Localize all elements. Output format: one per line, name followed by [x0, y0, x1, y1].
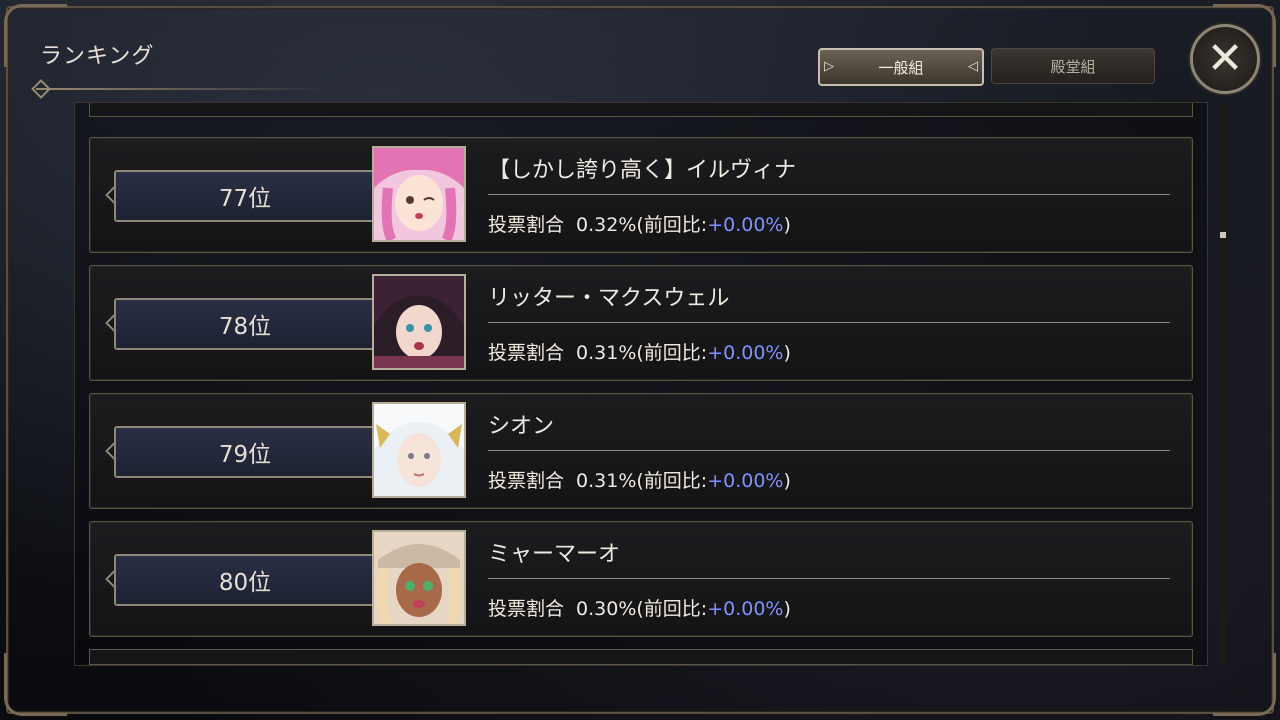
- change-value: +0.00%: [707, 214, 784, 236]
- divider: [488, 450, 1170, 451]
- list-item[interactable]: 80位 ミャーマーオ 投票割合 0.30%(前回比:+0.00%): [89, 521, 1193, 637]
- vote-share: 0.31%: [576, 342, 637, 364]
- vote-stat: 投票割合 0.31%(前回比:+0.00%): [488, 466, 791, 493]
- character-name: ミャーマーオ: [488, 542, 621, 567]
- change-prefix: (前回比:: [636, 470, 708, 492]
- change-suffix: ): [783, 598, 791, 620]
- list-item-partial: [89, 103, 1193, 117]
- vote-share: 0.30%: [576, 598, 637, 620]
- change-suffix: ): [783, 342, 791, 364]
- rank-badge: 77位: [114, 170, 376, 222]
- change-value: +0.00%: [707, 598, 784, 620]
- change-suffix: ): [783, 470, 791, 492]
- vote-share: 0.32%: [576, 214, 637, 236]
- change-suffix: ): [783, 214, 791, 236]
- close-icon: ✕: [1206, 33, 1244, 84]
- portrait-image: [374, 532, 464, 624]
- vote-label: 投票割合: [488, 470, 565, 492]
- scrollbar[interactable]: [1220, 104, 1226, 666]
- character-portrait[interactable]: [372, 530, 466, 626]
- character-portrait[interactable]: [372, 146, 466, 242]
- rank-badge: 78位: [114, 298, 376, 350]
- vote-label: 投票割合: [488, 214, 565, 236]
- vote-stat: 投票割合 0.32%(前回比:+0.00%): [488, 210, 791, 237]
- change-prefix: (前回比:: [636, 342, 708, 364]
- close-button[interactable]: ✕: [1190, 24, 1260, 94]
- title-underline: [36, 88, 326, 90]
- character-portrait[interactable]: [372, 402, 466, 498]
- portrait-image: [374, 404, 464, 496]
- list-item[interactable]: 77位 【しかし誇り高く】イルヴィナ 投票割合 0.32%(前回比:+0.00%): [89, 137, 1193, 253]
- arrow-left-icon: ◁: [968, 59, 978, 74]
- scrollbar-thumb[interactable]: [1220, 232, 1226, 238]
- tab-label: 殿堂組: [1050, 57, 1096, 76]
- rank-badge: 79位: [114, 426, 376, 478]
- divider: [488, 578, 1170, 579]
- character-name: シオン: [488, 414, 555, 439]
- tab-hall-of-fame[interactable]: 殿堂組: [991, 48, 1155, 84]
- character-portrait[interactable]: [372, 274, 466, 370]
- change-value: +0.00%: [707, 470, 784, 492]
- arrow-right-icon: ▷: [824, 59, 834, 74]
- change-prefix: (前回比:: [636, 598, 708, 620]
- list-item[interactable]: 79位 シオン 投票割合 0.31%(前回比:+0.00%): [89, 393, 1193, 509]
- vote-stat: 投票割合 0.30%(前回比:+0.00%): [488, 594, 791, 621]
- rank-badge: 80位: [114, 554, 376, 606]
- character-name: リッター・マクスウェル: [488, 286, 730, 311]
- vote-label: 投票割合: [488, 598, 565, 620]
- list-item[interactable]: 78位 リッター・マクスウェル 投票割合 0.31%(前回比:+0.00%): [89, 265, 1193, 381]
- tab-label: 一般組: [878, 58, 924, 77]
- character-name: 【しかし誇り高く】イルヴィナ: [488, 158, 797, 183]
- ornament-corner: [4, 653, 67, 716]
- ranking-list[interactable]: 77位 【しかし誇り高く】イルヴィナ 投票割合 0.32%(前回比:+0.00%)…: [74, 102, 1208, 666]
- vote-label: 投票割合: [488, 342, 565, 364]
- divider: [488, 194, 1170, 195]
- vote-stat: 投票割合 0.31%(前回比:+0.00%): [488, 338, 791, 365]
- tab-general[interactable]: ▷ 一般組 ◁: [818, 48, 984, 86]
- page-title: ランキング: [40, 44, 155, 69]
- vote-share: 0.31%: [576, 470, 637, 492]
- portrait-image: [374, 148, 464, 240]
- list-item-partial: [89, 649, 1193, 665]
- portrait-image: [374, 276, 464, 368]
- change-value: +0.00%: [707, 342, 784, 364]
- change-prefix: (前回比:: [636, 214, 708, 236]
- divider: [488, 322, 1170, 323]
